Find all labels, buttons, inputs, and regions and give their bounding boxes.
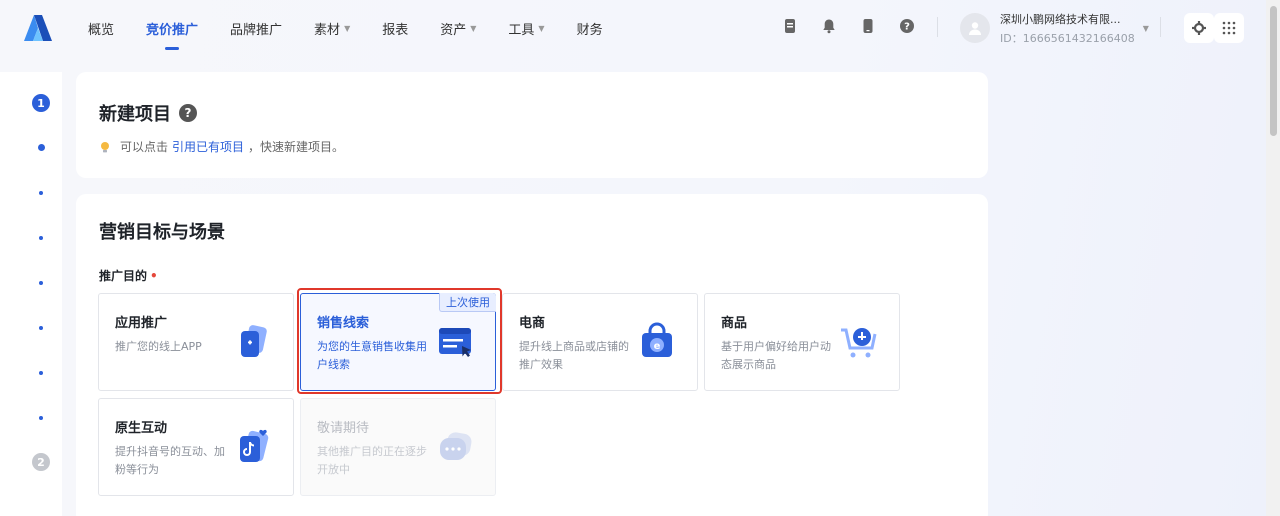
step-navigator: 1 2 (0, 72, 62, 516)
goal-option-products[interactable]: 商品 基于用户偏好给用户动态展示商品 (704, 293, 900, 391)
step-1-badge[interactable]: 1 (32, 94, 50, 112)
page-scrollbar[interactable] (1266, 0, 1280, 516)
apps-grid-button[interactable] (1214, 13, 1244, 43)
logo-icon[interactable] (22, 13, 54, 43)
field-label: 推广目的 • (99, 267, 158, 284)
step-dot[interactable] (39, 236, 43, 240)
goal-option-sales-leads[interactable]: 上次使用 销售线索 为您的生意销售收集用户线索 (300, 293, 496, 391)
option-title: 商品 (721, 316, 748, 331)
menu-label: 素材 (314, 22, 341, 38)
account-switcher[interactable]: 深圳小鹏网络技术有限... ID：1666561432166408 ▼ (960, 10, 1149, 46)
lightbulb-icon (101, 141, 109, 152)
page-title-text: 新建项目 (99, 104, 171, 125)
goal-option-ecommerce[interactable]: 电商 提升线上商品或店铺的推广效果 e (502, 293, 698, 391)
svg-text:?: ? (904, 22, 910, 33)
menu-label: 资产 (440, 22, 467, 38)
step-dot[interactable] (39, 281, 43, 285)
page-title: 新建项目 ? (99, 100, 197, 126)
divider (937, 17, 938, 37)
goal-option-native-interaction[interactable]: 原生互动 提升抖音号的互动、加粉等行为 (98, 398, 294, 496)
option-desc: 推广您的线上APP (115, 340, 202, 353)
main-menu: 概览 竞价推广 品牌推广 素材 ▼ 报表 资产 ▼ 工具 ▼ 财务 (88, 0, 635, 56)
tip-line: 可以点击 引用已有项目 ，快速新建项目。 (99, 138, 344, 155)
marketing-goal-card: 营销目标与场景 推广目的 • 应用推广 推广您的线上APP 上次使用 销售线索 为… (76, 194, 988, 516)
nav-icon-group: ? (782, 18, 938, 34)
menu-label: 财务 (576, 22, 603, 38)
menu-brand-ads[interactable]: 品牌推广 (230, 19, 282, 38)
option-title: 敬请期待 (317, 421, 370, 436)
new-project-card: 新建项目 ? 可以点击 引用已有项目 ，快速新建项目。 (76, 72, 988, 178)
option-title: 电商 (519, 316, 546, 331)
option-desc: 为您的生意销售收集用户线索 (317, 340, 427, 371)
menu-label: 报表 (382, 22, 409, 38)
goal-option-coming-soon: 敬请期待 其他推广目的正在逐步开放中 (300, 398, 496, 496)
menu-overview[interactable]: 概览 (88, 19, 114, 38)
chat-icon (440, 432, 472, 460)
cart-icon (841, 328, 877, 358)
menu-tools[interactable]: 工具 ▼ (508, 19, 544, 38)
help-icon[interactable]: ? (899, 18, 915, 34)
divider (1160, 17, 1161, 37)
settings-sync-button[interactable] (1184, 13, 1214, 43)
document-icon[interactable] (782, 18, 798, 34)
option-desc: 提升线上商品或店铺的推广效果 (519, 340, 629, 371)
section-title: 营销目标与场景 (99, 222, 225, 243)
caret-down-icon: ▼ (538, 23, 545, 33)
tip-text: ，快速新建项目。 (248, 140, 345, 154)
bell-icon[interactable] (821, 18, 837, 34)
option-title: 销售线索 (317, 316, 370, 331)
step-dot[interactable] (39, 371, 43, 375)
tip-text: 可以点击 (120, 140, 169, 154)
menu-label: 工具 (508, 22, 535, 38)
top-navigation: 概览 竞价推广 品牌推广 素材 ▼ 报表 资产 ▼ 工具 ▼ 财务 ? 深圳小鹏网络技… (0, 0, 1266, 56)
menu-finance[interactable]: 财务 (577, 19, 603, 38)
scrollbar-thumb[interactable] (1270, 6, 1277, 136)
menu-label: 竞价推广 (146, 22, 199, 38)
grid-icon (1222, 21, 1236, 35)
menu-materials[interactable]: 素材 ▼ (314, 19, 350, 38)
app-icon (241, 325, 267, 357)
required-mark: • (150, 269, 158, 283)
account-id: ID：1666561432166408 (1000, 31, 1135, 45)
option-title: 原生互动 (115, 421, 168, 436)
option-desc: 其他推广目的正在逐步开放中 (317, 445, 427, 476)
step-dot[interactable] (39, 191, 43, 195)
avatar (960, 13, 990, 43)
account-name: 深圳小鹏网络技术有限... (1000, 12, 1121, 26)
goal-option-app[interactable]: 应用推广 推广您的线上APP (98, 293, 294, 391)
svg-text:e: e (654, 341, 661, 352)
douyin-icon (240, 429, 269, 462)
menu-reports[interactable]: 报表 (382, 19, 408, 38)
menu-assets[interactable]: 资产 ▼ (440, 19, 476, 38)
field-label-text: 推广目的 (99, 269, 148, 283)
option-title: 应用推广 (115, 316, 168, 331)
step-dot[interactable] (39, 416, 43, 420)
step-2-badge[interactable]: 2 (32, 453, 50, 471)
reference-project-link[interactable]: 引用已有项目 (172, 138, 244, 155)
menu-label: 品牌推广 (230, 22, 283, 38)
menu-label: 概览 (88, 22, 115, 38)
caret-down-icon: ▼ (344, 23, 351, 33)
menu-search-ads[interactable]: 竞价推广 (146, 19, 198, 38)
phone-icon[interactable] (860, 18, 876, 34)
gear-icon (1192, 21, 1206, 35)
help-icon[interactable]: ? (179, 104, 197, 122)
caret-down-icon: ▼ (470, 23, 477, 33)
last-used-badge: 上次使用 (439, 293, 496, 312)
step-dot[interactable] (38, 144, 45, 151)
option-desc: 基于用户偏好给用户动态展示商品 (721, 340, 831, 371)
caret-down-icon: ▼ (1142, 23, 1149, 33)
step-dot[interactable] (39, 326, 43, 330)
shop-bag-icon: e (642, 322, 672, 357)
option-desc: 提升抖音号的互动、加粉等行为 (115, 445, 225, 476)
form-icon (439, 328, 471, 357)
